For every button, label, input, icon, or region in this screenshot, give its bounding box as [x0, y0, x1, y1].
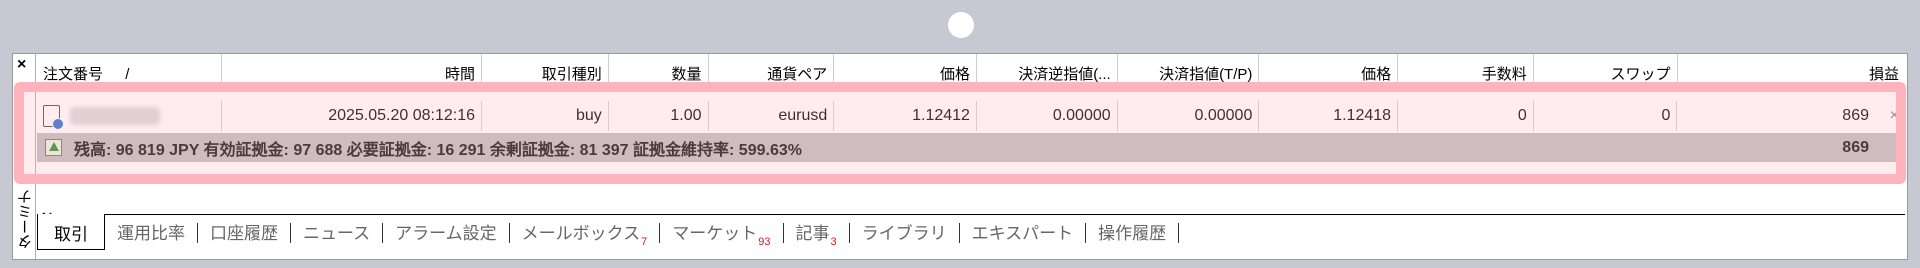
table-row[interactable]: 2025.05.20 08:12:16 buy 1.00 eurusd 1.12… — [37, 101, 1905, 131]
tab-trade[interactable]: 取引 — [37, 214, 105, 250]
col-type[interactable]: 取引種別 — [482, 54, 609, 84]
col-tp[interactable]: 決済指値(T/P) — [1118, 54, 1260, 84]
col-open-price[interactable]: 価格 — [834, 54, 977, 84]
col-time[interactable]: 時間 — [222, 54, 483, 84]
terminal-panel: × ターミナル 注文番号 / 時間 取引種別 数量 通貨ペア 価格 決済逆指値(… — [12, 53, 1908, 260]
articles-badge: 3 — [830, 236, 837, 248]
order-time: 2025.05.20 08:12:16 — [222, 101, 482, 131]
mailbox-badge: 7 — [641, 236, 648, 248]
col-volume[interactable]: 数量 — [609, 54, 709, 84]
order-cell — [37, 101, 222, 131]
tab-mailbox[interactable]: メールボックス7 — [510, 215, 660, 248]
order-number-redacted — [70, 107, 160, 125]
terminal-close-icon[interactable]: × — [17, 56, 26, 74]
table-header: 注文番号 / 時間 取引種別 数量 通貨ペア 価格 決済逆指値(... 決済指値… — [37, 54, 1905, 85]
market-badge: 93 — [758, 236, 771, 248]
tab-account-history[interactable]: 口座履歴 — [198, 215, 290, 244]
col-symbol[interactable]: 通貨ペア — [709, 54, 835, 84]
tab-articles[interactable]: 記事3 — [784, 215, 849, 248]
total-profit: 869 — [1842, 139, 1869, 156]
col-profit[interactable]: 損益 — [1678, 54, 1906, 84]
order-open-price: 1.12412 — [834, 101, 977, 131]
account-summary-text: 残高: 96 819 JPY 有効証拠金: 97 688 必要証拠金: 16 2… — [74, 141, 802, 159]
order-volume: 1.00 — [609, 101, 709, 131]
order-swap: 0 — [1534, 101, 1678, 131]
tab-experts[interactable]: エキスパート — [960, 215, 1086, 244]
tab-journal[interactable]: 操作履歴 — [1086, 215, 1178, 244]
account-summary-row: 残高: 96 819 JPY 有効証拠金: 97 688 必要証拠金: 16 2… — [37, 133, 1905, 162]
sort-indicator-icon: / — [125, 66, 130, 83]
col-sl[interactable]: 決済逆指値(... — [977, 54, 1118, 84]
order-symbol: eurusd — [709, 101, 835, 131]
col-order[interactable]: 注文番号 / — [37, 54, 222, 84]
order-ticket-icon — [43, 105, 64, 130]
side-divider — [35, 54, 36, 259]
tab-alerts[interactable]: アラーム設定 — [383, 215, 509, 244]
col-price[interactable]: 価格 — [1259, 54, 1399, 84]
order-type: buy — [482, 101, 609, 131]
tab-separator — [1178, 223, 1180, 243]
order-tp: 0.00000 — [1118, 101, 1260, 131]
tab-library[interactable]: ライブラリ — [850, 215, 959, 244]
close-order-icon[interactable]: × — [1890, 107, 1899, 125]
terminal-side-label: ターミナル — [17, 189, 55, 249]
camera-dot — [948, 12, 974, 38]
tab-exposure[interactable]: 運用比率 — [105, 215, 197, 244]
order-commission: 0 — [1398, 101, 1534, 131]
col-commission[interactable]: 手数料 — [1398, 54, 1534, 84]
col-swap[interactable]: スワップ — [1534, 54, 1678, 84]
order-sl: 0.00000 — [977, 101, 1118, 131]
tab-market[interactable]: マーケット93 — [660, 215, 782, 248]
balance-up-icon — [45, 139, 62, 156]
tab-news[interactable]: ニュース — [291, 215, 382, 244]
order-price: 1.12418 — [1259, 101, 1399, 131]
terminal-tabs: 取引 運用比率 口座履歴 ニュース アラーム設定 メールボックス7 マーケット9… — [37, 214, 1905, 251]
order-profit: 869 — [1842, 107, 1869, 124]
